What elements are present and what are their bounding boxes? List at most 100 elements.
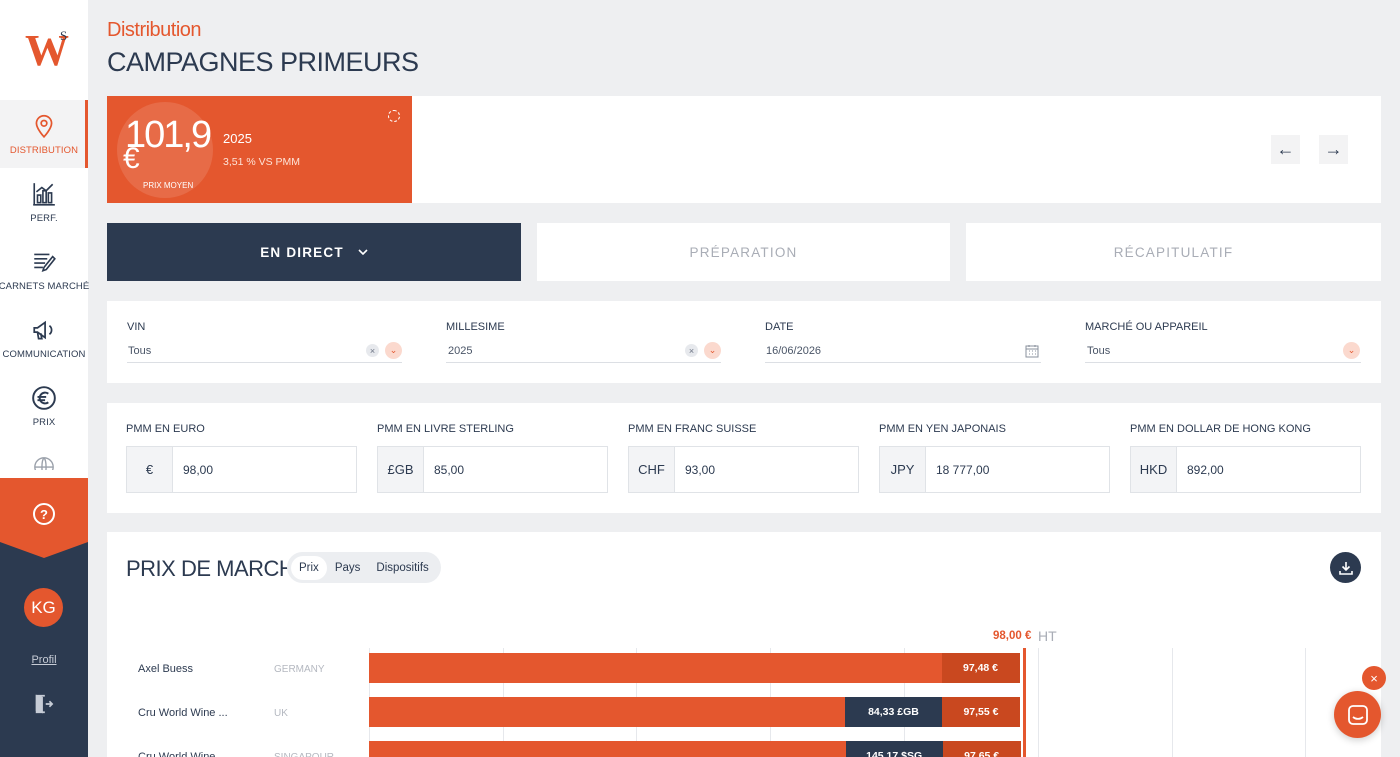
pmm-label: PMM EN YEN JAPONAIS xyxy=(879,423,1006,435)
next-button[interactable]: → xyxy=(1319,135,1348,164)
currency-prefix: JPY xyxy=(880,447,926,492)
clear-icon[interactable]: × xyxy=(366,344,379,357)
globe-icon xyxy=(34,457,54,470)
reference-unit: HT xyxy=(1038,628,1057,644)
pmm-value[interactable]: 93,00 xyxy=(675,447,858,492)
row-country: GERMANY xyxy=(274,664,325,675)
price-label: 97,65 € xyxy=(942,741,1021,757)
filter-label: DATE xyxy=(765,321,794,333)
stat-delta: 3,51 % VS PMM xyxy=(223,156,301,168)
chat-icon xyxy=(1347,704,1368,725)
pmm-franc-field[interactable]: CHF 93,00 xyxy=(628,446,859,493)
grid-line xyxy=(1305,648,1306,757)
pmm-label: PMM EN DOLLAR DE HONG KONG xyxy=(1130,423,1311,435)
currency-prefix: CHF xyxy=(629,447,675,492)
grid-line xyxy=(1038,648,1039,757)
profile-link[interactable]: Profil xyxy=(0,654,88,666)
tab-preparation[interactable]: PRÉPARATION xyxy=(537,223,950,281)
divider xyxy=(446,362,721,363)
sidebar-item-prix[interactable]: Prix xyxy=(0,372,88,440)
page-kicker: Distribution xyxy=(107,19,202,41)
logo-letter: W xyxy=(25,25,69,75)
view-switcher: Prix Pays Dispositifs xyxy=(287,552,441,583)
tab-en-direct[interactable]: EN DIRECT xyxy=(107,223,521,281)
sidebar-item-carnets[interactable]: Carnets marché xyxy=(0,236,90,304)
chevron-down-icon[interactable]: ⌄ xyxy=(704,342,721,359)
sidebar-item-label: Carnets marché xyxy=(0,280,90,292)
sidebar-account-panel xyxy=(0,540,88,757)
filter-value[interactable]: Tous xyxy=(128,345,151,357)
logo-superscript: S xyxy=(60,28,68,43)
sidebar-item-label: Perf. xyxy=(30,212,58,224)
local-price-label: 84,33 £GB xyxy=(844,697,942,727)
segment-prix[interactable]: Prix xyxy=(291,555,327,580)
pmm-euro-field[interactable]: € 98,00 xyxy=(126,446,357,493)
currency-prefix: HKD xyxy=(1131,447,1177,492)
row-name: Axel Buess xyxy=(138,663,194,675)
market-price-panel: PRIX DE MARCHÉ Prix Pays Dispositifs 98,… xyxy=(107,532,1381,757)
pmm-sterling-field[interactable]: £GB 85,00 xyxy=(377,446,608,493)
tab-recapitulatif[interactable]: RÉCAPITULATIF xyxy=(966,223,1381,281)
help-button[interactable]: ? xyxy=(0,478,88,558)
download-button[interactable] xyxy=(1330,552,1361,583)
pmm-value[interactable]: 18 777,00 xyxy=(926,447,1109,492)
segment-dispositifs[interactable]: Dispositifs xyxy=(368,556,436,580)
sidebar-item-distribution[interactable]: Distribution xyxy=(0,100,88,168)
grid-line xyxy=(1172,648,1173,757)
reference-line xyxy=(1023,648,1026,757)
chevron-down-icon[interactable]: ⌄ xyxy=(1343,342,1360,359)
price-label: 97,48 € xyxy=(941,653,1020,683)
price-bar[interactable] xyxy=(369,653,1020,683)
location-pin-icon xyxy=(35,114,53,138)
download-icon xyxy=(1338,561,1353,575)
pmm-label: PMM EN EURO xyxy=(126,423,205,435)
sidebar-item-globe[interactable] xyxy=(0,440,88,470)
pmm-value[interactable]: 98,00 xyxy=(173,447,356,492)
bar-chart-icon xyxy=(33,182,55,206)
filter-value[interactable]: 2025 xyxy=(448,345,472,357)
logout-icon[interactable] xyxy=(32,693,54,715)
sidebar-item-label: Distribution xyxy=(9,144,79,156)
sidebar-item-perf[interactable]: Perf. xyxy=(0,168,88,236)
divider xyxy=(765,362,1041,363)
currency-symbol: € xyxy=(123,142,140,175)
filter-value[interactable]: 16/06/2026 xyxy=(766,345,821,357)
divider xyxy=(127,362,402,363)
average-price-panel: 101,9 € PRIX MOYEN 2025 3,51 % VS PMM xyxy=(107,96,412,203)
market-title: PRIX DE MARCHÉ xyxy=(126,556,309,581)
sidebar-item-label: Communication xyxy=(2,348,86,360)
filter-value[interactable]: Tous xyxy=(1087,345,1110,357)
pmm-label: PMM EN LIVRE STERLING xyxy=(377,423,514,435)
sidebar-item-communication[interactable]: Communication xyxy=(0,304,88,372)
page-title: CAMPAGNES PRIMEURS xyxy=(107,47,419,77)
pmm-hkd-field[interactable]: HKD 892,00 xyxy=(1130,446,1361,493)
reference-label: 98,00 € xyxy=(993,630,1032,642)
filters-panel: VIN Tous × ⌄ MILLESIME 2025 × ⌄ DATE 16/… xyxy=(107,301,1381,383)
pmm-value[interactable]: 892,00 xyxy=(1177,447,1360,492)
currency-prefix: £GB xyxy=(378,447,424,492)
pmm-panel: PMM EN EURO € 98,00 PMM EN LIVRE STERLIN… xyxy=(107,403,1381,513)
pmm-value[interactable]: 85,00 xyxy=(424,447,607,492)
chevron-down-icon[interactable]: ⌄ xyxy=(385,342,402,359)
chevron-down-icon xyxy=(358,246,368,258)
price-label: 97,55 € xyxy=(941,697,1020,727)
divider xyxy=(1085,362,1361,363)
avatar[interactable]: KG xyxy=(24,588,63,627)
row-country: UK xyxy=(274,708,288,719)
previous-button[interactable]: ← xyxy=(1271,135,1300,164)
clear-icon[interactable]: × xyxy=(685,344,698,357)
segment-pays[interactable]: Pays xyxy=(327,556,369,580)
row-name: Cru World Wine ... xyxy=(138,751,228,757)
chat-button[interactable] xyxy=(1334,691,1381,738)
average-price-label: PRIX MOYEN xyxy=(143,181,194,190)
currency-prefix: € xyxy=(127,447,173,492)
tab-label: RÉCAPITULATIF xyxy=(1113,244,1234,260)
calendar-icon[interactable] xyxy=(1025,344,1039,358)
filter-label: VIN xyxy=(127,321,146,333)
brand-logo[interactable]: W S xyxy=(0,0,88,100)
loading-spinner-icon xyxy=(388,110,400,122)
filter-label: MARCHÉ OU APPAREIL xyxy=(1085,321,1208,333)
pmm-label: PMM EN FRANC SUISSE xyxy=(628,423,757,435)
pmm-yen-field[interactable]: JPY 18 777,00 xyxy=(879,446,1110,493)
close-chat-button[interactable]: × xyxy=(1362,666,1386,690)
